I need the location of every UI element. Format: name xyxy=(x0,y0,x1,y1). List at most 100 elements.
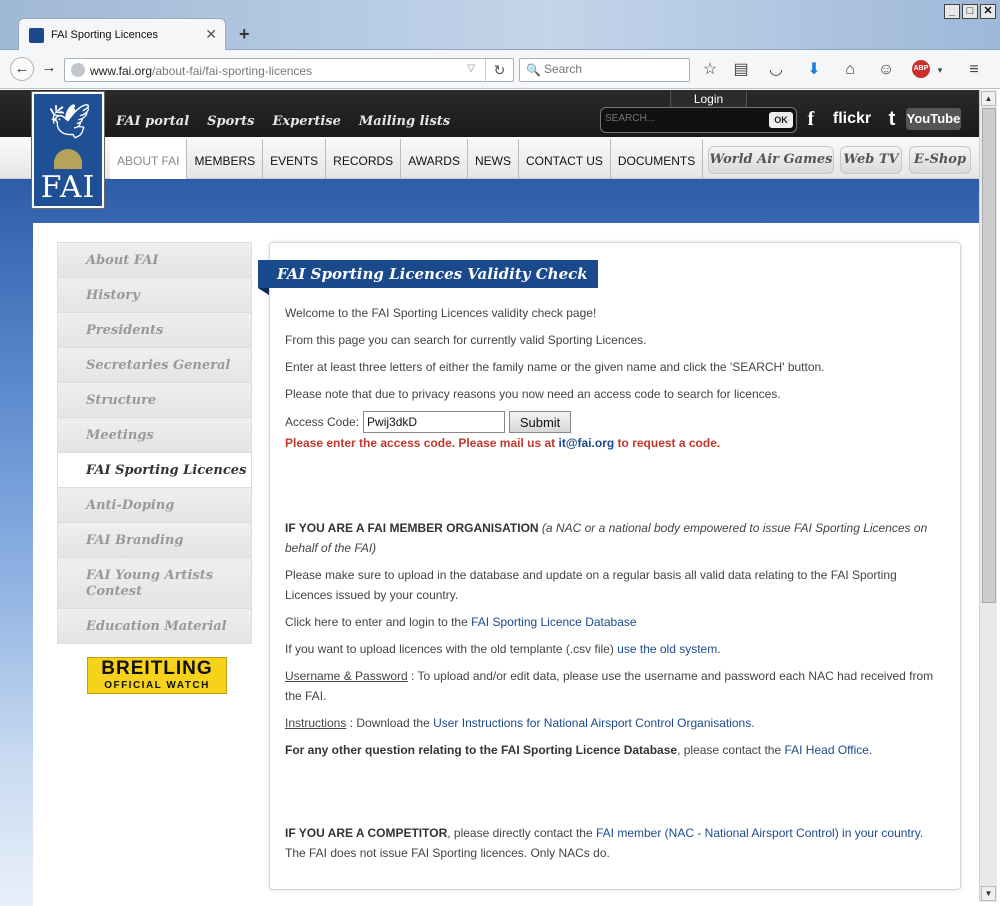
old-system-link[interactable]: use the old system xyxy=(617,642,717,656)
scroll-thumb[interactable] xyxy=(982,108,996,603)
browser-title-bar: _ □ ✕ FAI Sporting Licences ✕ + xyxy=(0,0,1000,50)
facebook-icon[interactable]: f xyxy=(803,108,819,130)
member-old-system-text: If you want to upload licences with the … xyxy=(285,642,721,656)
url-bar[interactable]: www.fai.org/about-fai/fai-sporting-licen… xyxy=(64,58,514,82)
topnav-sports[interactable]: Sports xyxy=(207,114,254,129)
search-icon: 🔍 xyxy=(526,63,541,77)
sidebar-item-fai-branding[interactable]: FAI Branding xyxy=(57,522,252,557)
competitor-text: IF YOU ARE A COMPETITOR, please directly… xyxy=(285,826,924,860)
sidebar-item-anti-doping[interactable]: Anti-Doping xyxy=(57,487,252,522)
youtube-icon[interactable]: YouTube xyxy=(906,108,961,130)
sidebar-item-history[interactable]: History xyxy=(57,277,252,312)
maximize-icon[interactable]: □ xyxy=(962,4,978,19)
fai-logo[interactable]: 🕊 FAI xyxy=(32,92,104,208)
nav-contact-us[interactable]: CONTACT US xyxy=(519,139,611,179)
top-nav: FAI portal Sports Expertise Mailing list… xyxy=(116,114,450,129)
sidebar-item-education-material[interactable]: Education Material xyxy=(57,608,252,644)
sidebar-item-structure[interactable]: Structure xyxy=(57,382,252,417)
nav-events[interactable]: EVENTS xyxy=(263,139,327,179)
sidebar-item-meetings[interactable]: Meetings xyxy=(57,417,252,452)
world-air-games-button[interactable]: World Air Games xyxy=(708,146,834,174)
head-office-link[interactable]: FAI Head Office xyxy=(784,743,869,757)
browser-toolbar: ← → www.fai.org/about-fai/fai-sporting-l… xyxy=(0,50,1000,89)
page-title: FAI Sporting Licences Validity Check xyxy=(258,260,598,295)
sidebar-item-sporting-licences[interactable]: FAI Sporting Licences xyxy=(57,452,252,487)
intro-welcome: Welcome to the FAI Sporting Licences val… xyxy=(285,306,597,320)
sidebar-item-secretaries-general[interactable]: Secretaries General xyxy=(57,347,252,382)
adblock-dropdown-icon[interactable]: ▾ xyxy=(930,60,950,80)
topnav-expertise[interactable]: Expertise xyxy=(272,114,340,129)
submit-button[interactable]: Submit xyxy=(509,411,572,433)
scroll-down-icon[interactable]: ▼ xyxy=(981,886,996,901)
sponsor-line-2: OFFICIAL WATCH xyxy=(104,680,210,691)
user-instructions-link[interactable]: User Instructions for National Airsport … xyxy=(433,716,751,730)
support-email-link[interactable]: it@fai.org xyxy=(559,436,615,450)
page-scrollbar[interactable]: ▲ ▼ xyxy=(979,90,997,902)
reading-list-icon[interactable]: ▤ xyxy=(731,60,751,80)
nav-awards[interactable]: AWARDS xyxy=(401,139,468,179)
new-tab-button[interactable]: + xyxy=(239,24,250,45)
tab-close-icon[interactable]: ✕ xyxy=(205,26,217,43)
tab-title: FAI Sporting Licences xyxy=(51,29,159,41)
intro-privacy: Please note that due to privacy reasons … xyxy=(285,387,781,401)
flickr-icon[interactable]: flickr xyxy=(826,108,878,130)
forward-arrow-icon[interactable]: → xyxy=(37,57,61,81)
nav-news[interactable]: NEWS xyxy=(468,139,519,179)
url-text: www.fai.org/about-fai/fai-sporting-licen… xyxy=(90,64,313,78)
web-tv-button[interactable]: Web TV xyxy=(840,146,902,174)
pocket-icon[interactable]: ◡ xyxy=(766,60,786,80)
sidebar: About FAI History Presidents Secretaries… xyxy=(57,242,252,644)
window-controls: _ □ ✕ xyxy=(944,4,996,19)
fai-favicon-icon xyxy=(29,28,44,43)
member-upload-text: Please make sure to upload in the databa… xyxy=(285,568,897,602)
back-arrow-icon[interactable]: ← xyxy=(10,57,34,81)
browser-tab[interactable]: FAI Sporting Licences ✕ xyxy=(18,18,226,50)
eagle-icon: 🕊 xyxy=(48,103,92,141)
sponsor-line-1: BREITLING xyxy=(101,658,213,679)
browser-search-box[interactable]: 🔍 xyxy=(519,58,690,82)
instructions-text: Instructions : Download the User Instruc… xyxy=(285,716,755,730)
bookmark-star-icon[interactable]: ☆ xyxy=(700,60,720,80)
minimize-icon[interactable]: _ xyxy=(944,4,960,19)
download-arrow-icon[interactable]: ⬇ xyxy=(804,60,824,80)
sidebar-item-presidents[interactable]: Presidents xyxy=(57,312,252,347)
nav-records[interactable]: RECORDS xyxy=(326,139,402,179)
home-icon[interactable]: ⌂ xyxy=(840,60,860,80)
access-code-label: Access Code: xyxy=(285,415,360,429)
adblock-icon[interactable]: ABP xyxy=(912,60,930,78)
web-page: 🕊 FAI FAI portal Sports Expertise Mailin… xyxy=(0,90,979,906)
topnav-mailing-lists[interactable]: Mailing lists xyxy=(359,114,450,129)
site-search-ok-button[interactable]: OK xyxy=(769,112,793,128)
globe-emblem-icon xyxy=(54,149,82,169)
access-code-row: Access Code: Submit xyxy=(285,411,945,433)
twitter-icon[interactable]: t xyxy=(884,108,900,130)
intro-search: From this page you can search for curren… xyxy=(285,333,647,347)
access-code-input[interactable] xyxy=(363,411,506,433)
breitling-sponsor-logo[interactable]: BREITLING OFFICIAL WATCH xyxy=(87,657,227,694)
nav-members[interactable]: MEMBERS xyxy=(187,139,264,179)
other-questions-text: For any other question relating to the F… xyxy=(285,743,873,757)
logo-text: FAI xyxy=(40,170,96,205)
sidebar-item-young-artists-contest[interactable]: FAI Young Artists Contest xyxy=(57,557,252,608)
main-body: Welcome to the FAI Sporting Licences val… xyxy=(285,303,945,870)
site-search: OK xyxy=(600,107,797,133)
url-dropdown-icon[interactable]: ▽ xyxy=(467,63,475,74)
site-search-input[interactable] xyxy=(605,113,765,124)
username-password-text: Username & Password : To upload and/or e… xyxy=(285,669,934,703)
hamburger-menu-icon[interactable]: ≡ xyxy=(964,60,984,80)
close-window-icon[interactable]: ✕ xyxy=(980,4,996,19)
sidebar-item-about-fai[interactable]: About FAI xyxy=(57,242,252,277)
chat-smiley-icon[interactable]: ☺ xyxy=(876,60,896,80)
scroll-up-icon[interactable]: ▲ xyxy=(981,91,996,106)
browser-search-input[interactable] xyxy=(544,62,684,76)
reload-icon[interactable]: ↻ xyxy=(485,59,513,81)
member-section-heading: IF YOU ARE A FAI MEMBER ORGANISATION (a … xyxy=(285,521,928,555)
licence-database-link[interactable]: FAI Sporting Licence Database xyxy=(471,615,636,629)
e-shop-button[interactable]: E-Shop xyxy=(909,146,971,174)
topnav-fai-portal[interactable]: FAI portal xyxy=(116,114,189,129)
globe-icon xyxy=(71,63,85,77)
fai-member-nac-link[interactable]: FAI member (NAC - National Airsport Cont… xyxy=(596,826,920,840)
intro-instructions: Enter at least three letters of either t… xyxy=(285,360,825,374)
nav-about-fai[interactable]: ABOUT FAI xyxy=(110,139,188,179)
nav-documents[interactable]: DOCUMENTS xyxy=(611,139,704,179)
